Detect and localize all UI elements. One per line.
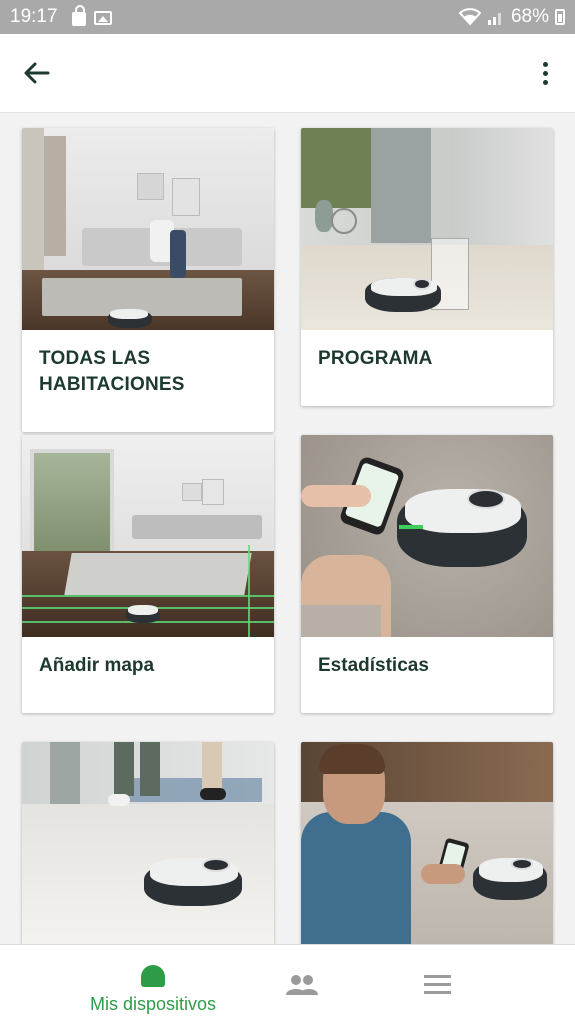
- feature-grid: TODAS LAS HABITACIONES PROGRAMA Añadir m…: [0, 112, 575, 944]
- lock-icon: [72, 5, 86, 26]
- card-label: PROGRAMA: [318, 348, 433, 369]
- living-room-robot-photo: [22, 128, 274, 330]
- man-with-phone-robot-photo: [301, 742, 553, 944]
- more-vert-icon: [542, 61, 548, 67]
- status-time: 19:17: [10, 6, 58, 27]
- robot-cleaning-floor-photo: [22, 742, 274, 944]
- robot-docking-photo: [301, 128, 553, 330]
- card-schedule[interactable]: PROGRAMA: [301, 128, 553, 406]
- living-room-map-lines-photo: [22, 435, 274, 637]
- robot-device-icon: [141, 965, 165, 987]
- people-icon: [286, 975, 318, 995]
- card-label: Añadir mapa: [39, 655, 155, 676]
- arrow-back-icon: [24, 62, 50, 84]
- nav-people[interactable]: [282, 945, 322, 1025]
- bottom-navigation: Mis dispositivos: [0, 944, 575, 1025]
- signal-icon: [487, 13, 501, 25]
- nav-label: Mis dispositivos: [89, 994, 217, 1014]
- card-remote-control[interactable]: [301, 742, 553, 944]
- nav-menu[interactable]: [420, 945, 454, 1025]
- status-bar: 19:17 68%: [0, 0, 575, 34]
- wifi-icon: [458, 8, 481, 26]
- back-button[interactable]: [20, 56, 54, 90]
- phone-app-robot-photo: [301, 435, 553, 637]
- nav-my-devices[interactable]: Mis dispositivos: [70, 945, 236, 1025]
- image-icon: [94, 11, 112, 25]
- menu-icon: [423, 975, 451, 994]
- app-bar: [0, 34, 575, 113]
- card-label: Estadísticas: [318, 655, 429, 676]
- battery-percent: 68%: [510, 6, 549, 27]
- card-all-rooms[interactable]: TODAS LAS HABITACIONES: [22, 128, 274, 432]
- card-cleaning[interactable]: [22, 742, 274, 944]
- more-options-button[interactable]: [535, 56, 555, 90]
- battery-icon: [555, 9, 565, 25]
- card-statistics[interactable]: Estadísticas: [301, 435, 553, 713]
- card-label: TODAS LAS HABITACIONES: [39, 348, 185, 395]
- card-add-map[interactable]: Añadir mapa: [22, 435, 274, 713]
